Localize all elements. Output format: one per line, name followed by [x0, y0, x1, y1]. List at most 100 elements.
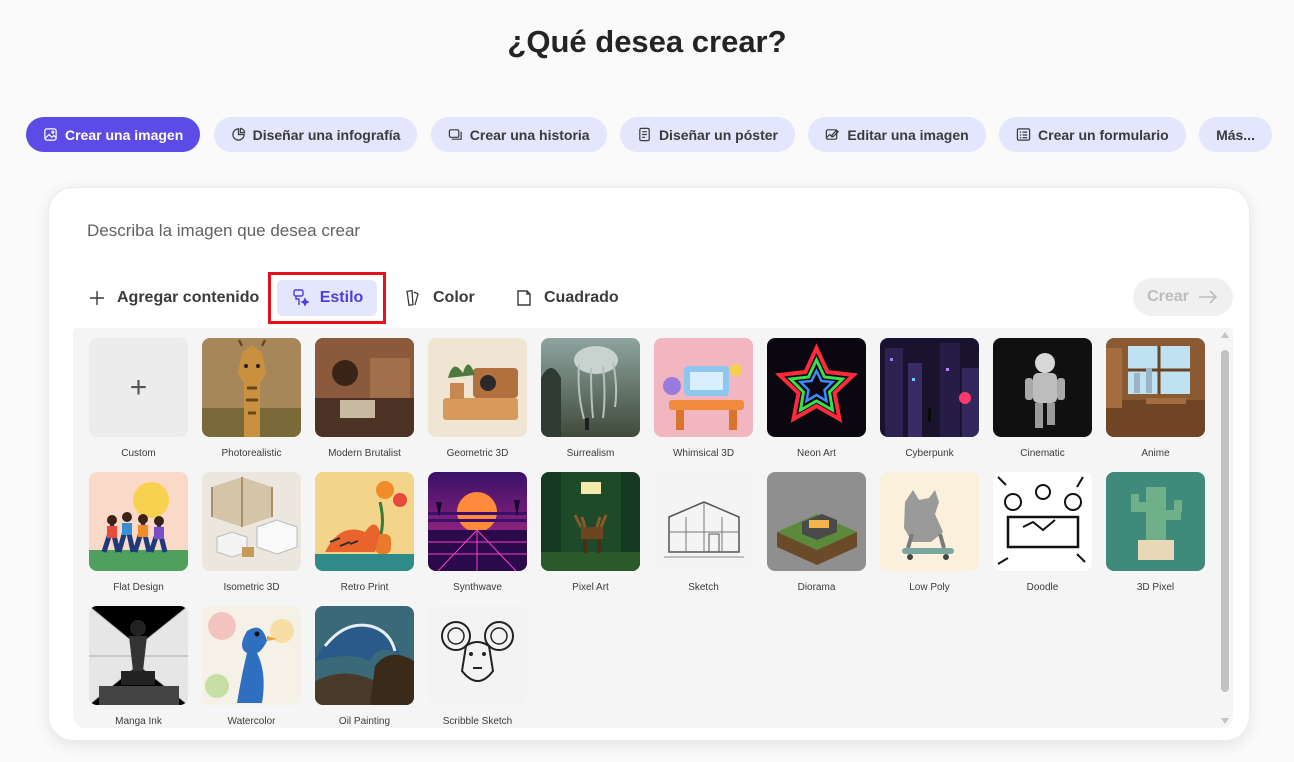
style-label: Cyberpunk — [905, 448, 954, 459]
style-tile-modern-brutalist[interactable]: Modern Brutalist — [315, 338, 414, 463]
style-button[interactable]: Estilo — [277, 280, 377, 316]
style-brush-icon — [293, 289, 310, 307]
style-tile-whimsical-3d[interactable]: Whimsical 3D — [654, 338, 753, 463]
chip-crear-formulario[interactable]: Crear un formulario — [999, 117, 1186, 152]
scribble-sketch-thumb — [428, 606, 527, 705]
cinematic-thumb — [993, 338, 1092, 437]
style-tile-retro-print[interactable]: Retro Print — [315, 472, 414, 597]
style-tile-pixel-art[interactable]: Pixel Art — [541, 472, 640, 597]
style-tile-low-poly[interactable]: Low Poly — [880, 472, 979, 597]
color-button[interactable]: Color — [403, 284, 475, 312]
manga-ink-thumb — [89, 606, 188, 705]
diorama-thumb — [767, 472, 866, 571]
style-tile-neon-art[interactable]: Neon Art — [767, 338, 866, 463]
prompt-input[interactable] — [87, 221, 787, 241]
create-type-chips: Crear una imagen Diseñar una infografía … — [26, 117, 1272, 152]
style-label: Surrealism — [566, 448, 615, 459]
style-label: Anime — [1141, 448, 1170, 459]
style-label: Pixel Art — [572, 582, 609, 593]
custom-thumb: + — [89, 338, 188, 437]
style-label: Doodle — [1026, 582, 1059, 593]
sketch-thumb — [654, 472, 753, 571]
style-label: Custom — [121, 448, 156, 459]
style-label: Modern Brutalist — [328, 448, 401, 459]
style-label: Synthwave — [453, 582, 502, 593]
style-label: Watercolor — [227, 716, 276, 727]
style-tile-surrealism[interactable]: Surrealism — [541, 338, 640, 463]
style-label: Estilo — [319, 289, 364, 306]
style-label: Low Poly — [909, 582, 950, 593]
style-tile-photorealistic[interactable]: Photorealistic — [202, 338, 301, 463]
style-label: Geometric 3D — [446, 448, 509, 459]
doodle-thumb — [993, 472, 1092, 571]
style-grid: + Custom Photorealistic Modern Brutalist — [89, 338, 1205, 728]
plus-icon — [90, 291, 104, 305]
infographic-icon — [231, 127, 245, 141]
style-tile-sketch[interactable]: Sketch — [654, 472, 753, 597]
style-label: Retro Print — [340, 582, 389, 593]
style-tile-synthwave[interactable]: Synthwave — [428, 472, 527, 597]
geometric-3d-thumb — [428, 338, 527, 437]
style-tile-anime[interactable]: Anime — [1106, 338, 1205, 463]
aspect-ratio-button[interactable]: Cuadrado — [514, 284, 619, 312]
pixel-art-thumb — [541, 472, 640, 571]
plus-icon: + — [129, 370, 148, 404]
chip-crear-historia[interactable]: Crear una historia — [430, 117, 607, 152]
chip-label: Crear una historia — [469, 126, 590, 143]
style-tile-cyberpunk[interactable]: Cyberpunk — [880, 338, 979, 463]
scroll-up-arrow-icon[interactable] — [1221, 332, 1229, 338]
style-tile-custom[interactable]: + Custom — [89, 338, 188, 463]
style-label: Diorama — [797, 582, 836, 593]
style-label: Manga Ink — [115, 716, 162, 727]
add-content-label: Agregar contenido — [117, 289, 260, 306]
style-label: 3D Pixel — [1136, 582, 1175, 593]
chip-disenar-infografia[interactable]: Diseñar una infografía — [213, 117, 418, 152]
synthwave-thumb — [428, 472, 527, 571]
scroll-thumb[interactable] — [1221, 350, 1229, 692]
style-tile-doodle[interactable]: Doodle — [993, 472, 1092, 597]
style-label: Scribble Sketch — [442, 716, 513, 727]
chip-label: Más... — [1216, 126, 1255, 143]
add-content-button[interactable]: Agregar contenido — [87, 284, 259, 312]
3d-pixel-thumb — [1106, 472, 1205, 571]
page-title: ¿Qué desea crear? — [507, 24, 787, 59]
form-icon — [1016, 128, 1031, 141]
style-tile-flat-design[interactable]: Flat Design — [89, 472, 188, 597]
style-tile-geometric-3d[interactable]: Geometric 3D — [428, 338, 527, 463]
style-tile-scribble-sketch[interactable]: Scribble Sketch — [428, 606, 527, 728]
style-gallery-scrollbar[interactable] — [1219, 328, 1231, 724]
style-tile-diorama[interactable]: Diorama — [767, 472, 866, 597]
style-tile-cinematic[interactable]: Cinematic — [993, 338, 1092, 463]
isometric-3d-thumb — [202, 472, 301, 571]
color-swatch-icon — [406, 289, 419, 306]
chip-crear-imagen[interactable]: Crear una imagen — [26, 117, 201, 152]
chip-mas[interactable]: Más... — [1199, 117, 1272, 152]
style-label: Cinematic — [1020, 448, 1065, 459]
anime-thumb — [1106, 338, 1205, 437]
style-tile-manga-ink[interactable]: Manga Ink — [89, 606, 188, 728]
create-card: Agregar contenido Estilo Color Cuadrado … — [49, 188, 1249, 740]
aspect-label: Cuadrado — [544, 289, 619, 306]
style-tile-oil-painting[interactable]: Oil Painting — [315, 606, 414, 728]
edit-image-icon — [826, 129, 840, 140]
create-button[interactable]: Crear — [1133, 278, 1233, 316]
style-gallery: + Custom Photorealistic Modern Brutalist — [73, 328, 1233, 728]
chip-editar-imagen[interactable]: Editar una imagen — [808, 117, 986, 152]
chip-label: Crear un formulario — [1038, 126, 1169, 143]
style-tile-3d-pixel[interactable]: 3D Pixel — [1106, 472, 1205, 597]
style-tile-watercolor[interactable]: Watercolor — [202, 606, 301, 728]
story-icon — [448, 129, 462, 140]
arrow-right-icon — [1198, 290, 1218, 304]
style-label: Oil Painting — [338, 716, 391, 727]
watercolor-thumb — [202, 606, 301, 705]
style-label: Photorealistic — [221, 448, 282, 459]
oil-painting-thumb — [315, 606, 414, 705]
chip-disenar-poster[interactable]: Diseñar un póster — [619, 117, 795, 152]
low-poly-thumb — [880, 472, 979, 571]
cyberpunk-thumb — [880, 338, 979, 437]
scroll-down-arrow-icon[interactable] — [1221, 718, 1229, 724]
style-label: Flat Design — [113, 582, 164, 593]
surrealism-thumb — [541, 338, 640, 437]
flat-design-thumb — [89, 472, 188, 571]
style-tile-isometric-3d[interactable]: Isometric 3D — [202, 472, 301, 597]
